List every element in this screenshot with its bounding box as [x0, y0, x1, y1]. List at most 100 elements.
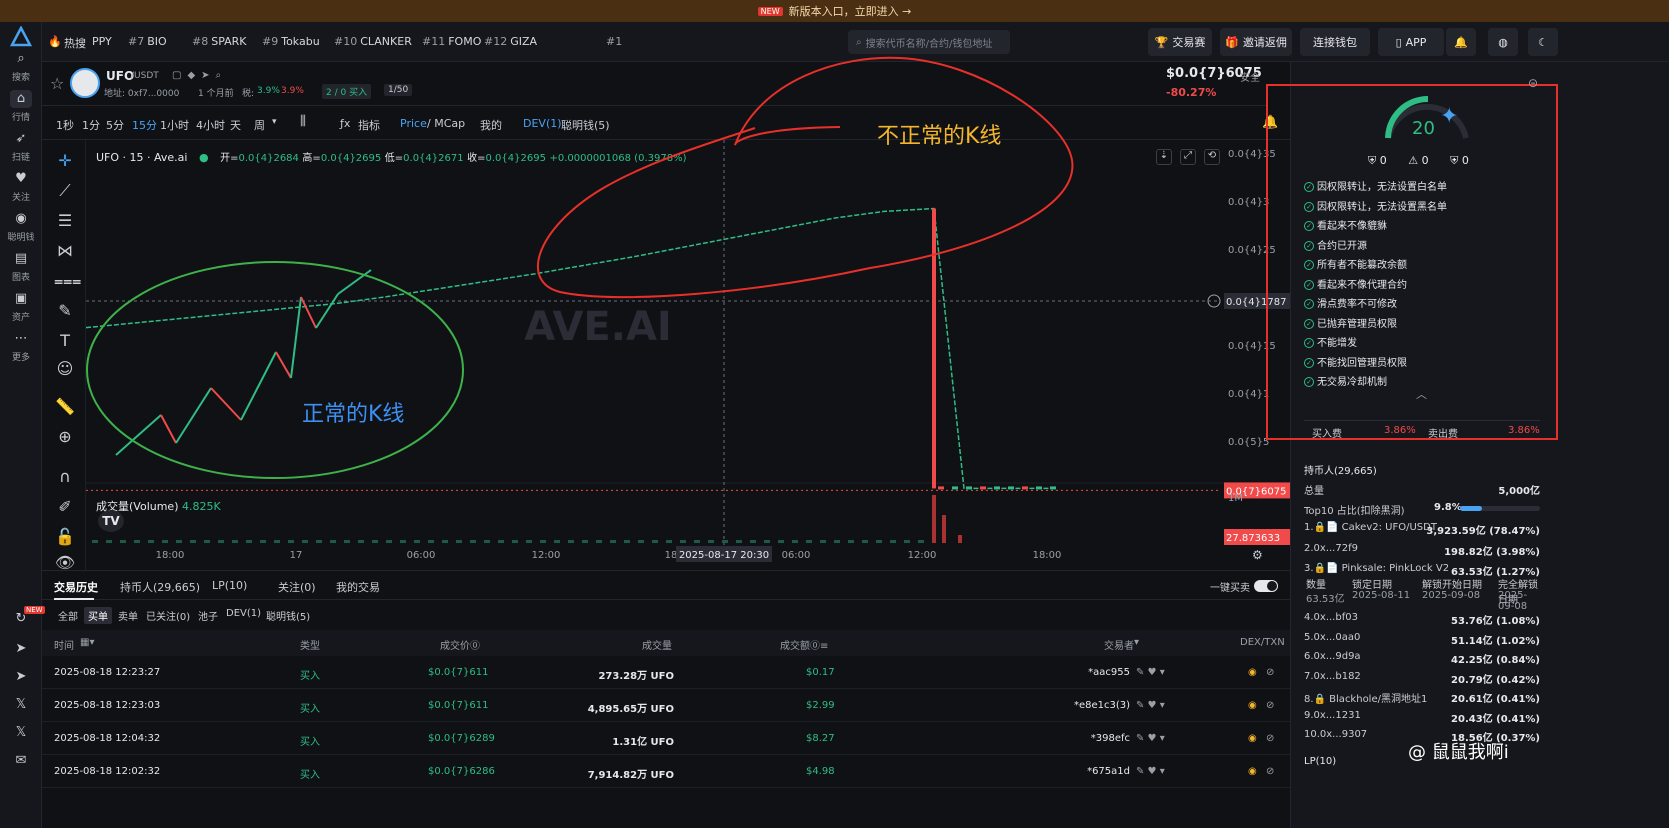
- holder-row[interactable]: 8.🔒 Blackhole/黑洞地址1 20.61亿 (0.41%): [1304, 690, 1540, 708]
- timeframe-dropdown-icon[interactable]: ▾: [272, 117, 277, 127]
- moon-icon[interactable]: ☾: [1528, 28, 1558, 56]
- brush-icon[interactable]: ✎: [54, 300, 76, 322]
- tab-1[interactable]: 持币人(29,665): [120, 579, 200, 595]
- dex-icon[interactable]: ◉: [1248, 667, 1257, 678]
- collapse-up-icon[interactable]: ︿: [1416, 386, 1427, 402]
- dev-toggle[interactable]: DEV(1): [523, 117, 562, 130]
- chart-canvas[interactable]: AVE.AI 0.0{4}350.0{4}30.0{4}250.0{4}20.0…: [86, 140, 1290, 570]
- table-row[interactable]: 2025-08-18 12:02:32 买入 $0.0{7}6286 7,914.82…: [42, 756, 1290, 788]
- holder-row[interactable]: 9.0x...1231 20.43亿 (0.41%): [1304, 710, 1540, 728]
- value-filter-icon[interactable]: ⓪≡: [810, 637, 828, 652]
- safety-label[interactable]: 安全: [1240, 69, 1260, 84]
- horizontal-lines-icon[interactable]: ☰: [54, 210, 76, 232]
- invite-button[interactable]: 🎁 邀请返佣: [1220, 28, 1292, 56]
- txn-link-icon[interactable]: ⊘: [1266, 766, 1274, 777]
- trade-trader[interactable]: *398efc: [1091, 733, 1130, 744]
- price-unit-icon[interactable]: ⓪: [470, 637, 480, 652]
- trendline-icon[interactable]: ⟋: [54, 180, 76, 202]
- filter-tab-2[interactable]: 卖单: [114, 607, 142, 624]
- timeframe-2[interactable]: 5分: [106, 117, 124, 133]
- app-logo[interactable]: [0, 14, 42, 47]
- holder-row[interactable]: 1.🔒📄 Cakev2: UFO/USDT 3,923.59亿 (78.47%): [1304, 522, 1540, 540]
- search-input[interactable]: ⌕ 搜索代币名称/合约/钱包地址: [848, 30, 1010, 54]
- holder-name[interactable]: 4.0x...bf03: [1304, 612, 1358, 623]
- holder-name[interactable]: 2.0x...72f9: [1304, 543, 1358, 554]
- timeframe-7[interactable]: 周: [254, 117, 265, 133]
- holder-name[interactable]: 6.0x...9d9a: [1304, 651, 1361, 662]
- holder-name[interactable]: 3.🔒📄 Pinksale: PinkLock V2: [1304, 563, 1449, 574]
- mail-icon[interactable]: ✉: [0, 752, 42, 772]
- col-price[interactable]: 成交价: [440, 637, 470, 652]
- x-icon-2[interactable]: 𝕏: [0, 724, 42, 744]
- hot-item[interactable]: #10 CLANKER: [334, 35, 412, 48]
- address-label[interactable]: 地址: 0xf7...0000: [104, 86, 179, 99]
- dex-icon[interactable]: ◉: [1248, 700, 1257, 711]
- timeframe-6[interactable]: 天: [230, 117, 241, 133]
- filter-tab-0[interactable]: 全部: [54, 607, 82, 624]
- hot-item[interactable]: #7 BIO: [128, 35, 167, 48]
- tab-2[interactable]: LP(10): [212, 579, 247, 592]
- bell-icon[interactable]: 🔔: [1446, 28, 1476, 56]
- pattern-icon[interactable]: ⋈: [54, 240, 76, 262]
- quick-trade-toggle[interactable]: [1254, 580, 1278, 592]
- tab-0[interactable]: 交易历史: [54, 579, 98, 595]
- table-row[interactable]: 2025-08-18 12:23:03 买入 $0.0{7}611 4,895.65万…: [42, 690, 1290, 722]
- holder-name[interactable]: 10.0x...9307: [1304, 729, 1367, 740]
- holder-name[interactable]: 5.0x...0aa0: [1304, 632, 1360, 643]
- sidebar-item-compass[interactable]: ◉ 聪明钱: [0, 210, 42, 243]
- table-row[interactable]: 2025-08-18 12:04:32 买入 $0.0{7}6289 1.31亿 UF…: [42, 723, 1290, 755]
- filter-tab-1[interactable]: 买单: [84, 607, 112, 624]
- chart-settings-icon[interactable]: ⚙: [1252, 548, 1263, 562]
- hot-item[interactable]: #9 Tokabu: [262, 35, 320, 48]
- hot-item[interactable]: #11 FOMO: [422, 35, 481, 48]
- sidebar-item-more[interactable]: ⋯ 更多: [0, 330, 42, 363]
- trader-filter-icon[interactable]: ▾: [1134, 637, 1139, 648]
- txn-link-icon[interactable]: ⊘: [1266, 733, 1274, 744]
- collapse-panel-icon[interactable]: ⊝: [1528, 76, 1538, 90]
- x-icon[interactable]: 𝕏: [0, 696, 42, 716]
- holder-row[interactable]: 2.0x...72f9 198.82亿 (3.98%): [1304, 543, 1540, 561]
- tab-3[interactable]: 关注(0): [278, 579, 316, 595]
- mcap-toggle[interactable]: / MCap: [427, 117, 465, 130]
- ruler-icon[interactable]: 📏: [54, 396, 76, 418]
- holder-name[interactable]: 1.🔒📄 Cakev2: UFO/USDT: [1304, 522, 1437, 533]
- trader-action-icons[interactable]: ✎ ♥ ▾: [1136, 766, 1165, 777]
- contest-button[interactable]: 🏆 交易赛: [1148, 28, 1212, 56]
- tab-4[interactable]: 我的交易: [336, 579, 380, 595]
- holder-row[interactable]: 4.0x...bf03 53.76亿 (1.08%): [1304, 612, 1540, 630]
- smart-money-toggle[interactable]: 聪明钱(5): [561, 117, 610, 133]
- star-icon[interactable]: ☆: [50, 74, 64, 93]
- indicator-icon[interactable]: ƒx: [340, 117, 350, 130]
- globe-icon[interactable]: ◍: [1488, 28, 1518, 56]
- holder-name[interactable]: 9.0x...1231: [1304, 710, 1361, 721]
- filter-tab-4[interactable]: 池子: [194, 607, 222, 624]
- telegram-icon[interactable]: ➤: [0, 640, 42, 660]
- col-trader[interactable]: 交易者: [1104, 637, 1134, 652]
- telegram-icon-2[interactable]: ➤: [0, 668, 42, 688]
- lock-icon[interactable]: 🔓: [54, 526, 76, 548]
- holder-row[interactable]: 5.0x...0aa0 51.14亿 (1.02%): [1304, 632, 1540, 650]
- mine-toggle[interactable]: 我的: [480, 117, 502, 133]
- sidebar-item-home[interactable]: ⌂ 行情: [0, 90, 42, 123]
- hot-item[interactable]: #8 SPARK: [192, 35, 247, 48]
- filter-tab-5[interactable]: DEV(1): [222, 607, 265, 620]
- app-button[interactable]: ▯ APP: [1378, 28, 1444, 56]
- timeframe-5[interactable]: 4小时: [196, 117, 225, 133]
- hot-item[interactable]: #12 GIZA: [484, 35, 537, 48]
- dex-icon[interactable]: ◉: [1248, 766, 1257, 777]
- trader-action-icons[interactable]: ✎ ♥ ▾: [1136, 733, 1165, 744]
- price-chart[interactable]: AVE.AI 0.0{4}350.0{4}30.0{4}250.0{4}20.0…: [86, 140, 1290, 570]
- timeframe-1[interactable]: 1分: [82, 117, 100, 133]
- sidebar-item-search[interactable]: ⌕ 搜索: [0, 50, 42, 83]
- holder-row[interactable]: 6.0x...9d9a 42.25亿 (0.84%): [1304, 651, 1540, 669]
- hot-item[interactable]: PPY: [92, 35, 112, 48]
- sidebar-item-rocket[interactable]: ➶ 扫链: [0, 130, 42, 163]
- filter-tab-6[interactable]: 聪明钱(5): [262, 607, 314, 624]
- connect-wallet-button[interactable]: 连接钱包: [1300, 28, 1370, 56]
- trade-trader[interactable]: *675a1d: [1087, 766, 1130, 777]
- download-icon[interactable]: ⇣: [1156, 149, 1172, 165]
- col-time[interactable]: 时间: [54, 637, 74, 652]
- banner-text[interactable]: 新版本入口，立即进入 →: [789, 3, 912, 19]
- text-icon[interactable]: T: [54, 330, 76, 352]
- dex-icon[interactable]: ◉: [1248, 733, 1257, 744]
